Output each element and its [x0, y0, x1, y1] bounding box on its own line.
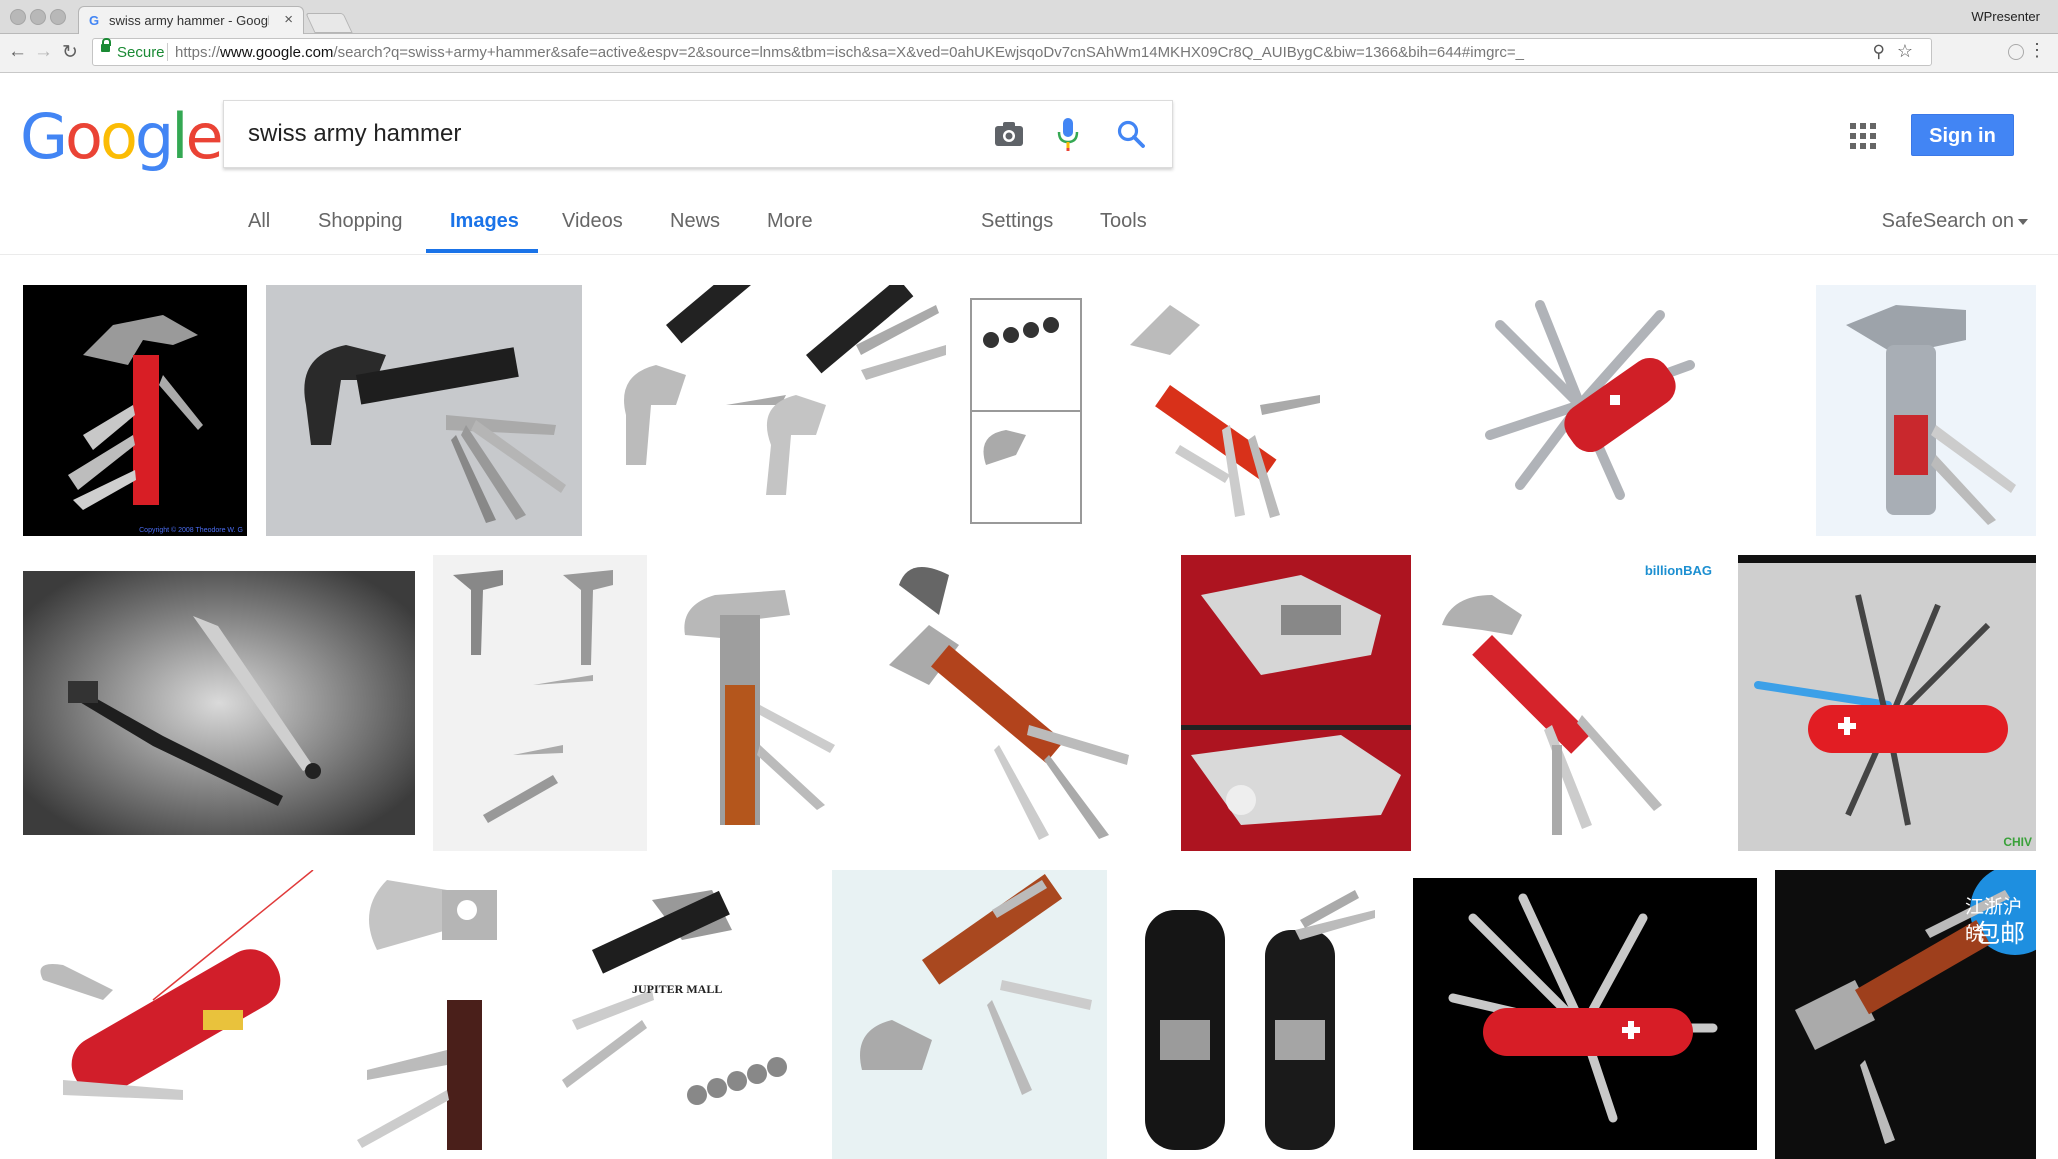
- image-result[interactable]: Copyright © 2008 Theodore W. G: [23, 285, 247, 536]
- url-prefix: https://: [175, 44, 221, 61]
- image-result[interactable]: [266, 285, 582, 536]
- logo-letter: l: [171, 100, 188, 173]
- logo-letter: o: [99, 100, 138, 173]
- browser-toolbar: ← → ↻ Secure https://www.google.com/sear…: [0, 34, 2058, 73]
- image-result[interactable]: [433, 555, 647, 851]
- forward-icon[interactable]: →: [34, 41, 53, 63]
- menu-icon[interactable]: ⋮: [2028, 40, 2046, 61]
- image-result[interactable]: [1125, 870, 1385, 1159]
- safesearch-label: SafeSearch on: [1881, 210, 2014, 232]
- google-logo[interactable]: Google: [20, 100, 224, 173]
- tab-images[interactable]: Images: [450, 210, 519, 233]
- image-result[interactable]: [23, 870, 319, 1159]
- image-watermark: 包邮: [1975, 920, 2026, 948]
- maximize-window-button[interactable]: [50, 9, 66, 25]
- image-result[interactable]: [1181, 555, 1411, 851]
- search-box: [223, 100, 1173, 168]
- close-window-button[interactable]: [10, 9, 26, 25]
- tab-title: swiss army hammer - Google Images: [109, 13, 269, 28]
- star-icon[interactable]: ☆: [1897, 41, 1913, 62]
- google-favicon-icon: G: [89, 13, 100, 28]
- image-result[interactable]: [1460, 285, 1710, 525]
- back-icon[interactable]: ←: [8, 41, 27, 63]
- image-watermark: billionBAG: [1644, 563, 1712, 578]
- tab-news[interactable]: News: [670, 210, 720, 233]
- search-type-tabs: All Shopping Images Videos News More Set…: [0, 196, 2058, 255]
- url-host: www.google.com: [220, 44, 334, 61]
- logo-letter: o: [65, 100, 103, 173]
- logo-letter: e: [185, 100, 224, 173]
- image-result[interactable]: CHIV: [1738, 555, 2036, 851]
- safesearch-toggle[interactable]: SafeSearch on: [1882, 210, 2028, 233]
- image-result[interactable]: [869, 555, 1159, 851]
- extension-icon[interactable]: [2008, 44, 2024, 60]
- tab-all[interactable]: All: [248, 210, 270, 233]
- search-icon[interactable]: [1116, 119, 1146, 149]
- image-watermark: Copyright © 2008 Theodore W. G: [139, 527, 243, 534]
- search-input[interactable]: [246, 115, 950, 153]
- apps-icon[interactable]: [1850, 123, 1876, 149]
- close-tab-icon[interactable]: ×: [284, 11, 293, 28]
- camera-icon[interactable]: [994, 121, 1024, 147]
- active-tab-indicator: [426, 249, 538, 253]
- image-result[interactable]: [1110, 285, 1350, 525]
- image-watermark: JUPITER MALL: [632, 982, 723, 996]
- tab-more[interactable]: More: [767, 210, 813, 233]
- image-result[interactable]: [1816, 285, 2036, 536]
- logo-letter: G: [20, 100, 68, 173]
- image-result[interactable]: [665, 555, 851, 851]
- image-result[interactable]: JUPITER MALL: [532, 870, 814, 1159]
- url-text[interactable]: https://www.google.com/search?q=swiss+ar…: [175, 44, 1815, 61]
- caret-down-icon: [2018, 218, 2028, 225]
- address-divider: [167, 43, 168, 61]
- minimize-window-button[interactable]: [30, 9, 46, 25]
- logo-letter: g: [134, 100, 174, 173]
- sign-in-button[interactable]: Sign in: [1911, 114, 2014, 156]
- tab-shopping[interactable]: Shopping: [318, 210, 403, 233]
- address-bar[interactable]: Secure https://www.google.com/search?q=s…: [92, 38, 1932, 66]
- image-result[interactable]: 江浙沪皖 包邮: [1775, 870, 2036, 1159]
- image-result[interactable]: [337, 870, 512, 1159]
- browser-tab-strip: G swiss army hammer - Google Images × WP…: [0, 0, 2058, 34]
- image-result[interactable]: [1413, 878, 1757, 1150]
- image-result[interactable]: [23, 571, 415, 835]
- profile-name[interactable]: WPresenter: [1971, 9, 2040, 24]
- secure-label: Secure: [117, 44, 165, 61]
- image-result[interactable]: billionBAG: [1432, 555, 1720, 851]
- mic-icon[interactable]: [1056, 117, 1080, 151]
- browser-tab[interactable]: G swiss army hammer - Google Images ×: [78, 6, 304, 34]
- tab-videos[interactable]: Videos: [562, 210, 623, 233]
- image-watermark: CHIV: [2003, 835, 2032, 849]
- url-path: /search?q=swiss+army+hammer&safe=active&…: [333, 44, 1525, 61]
- image-result[interactable]: [832, 870, 1107, 1159]
- lock-icon: [101, 38, 111, 52]
- tab-settings[interactable]: Settings: [981, 210, 1053, 233]
- tab-tools[interactable]: Tools: [1100, 210, 1147, 233]
- zoom-icon[interactable]: ⚲: [1873, 42, 1885, 62]
- reload-icon[interactable]: ↻: [62, 41, 78, 64]
- image-result[interactable]: [606, 285, 1086, 525]
- new-tab-button[interactable]: [305, 13, 353, 33]
